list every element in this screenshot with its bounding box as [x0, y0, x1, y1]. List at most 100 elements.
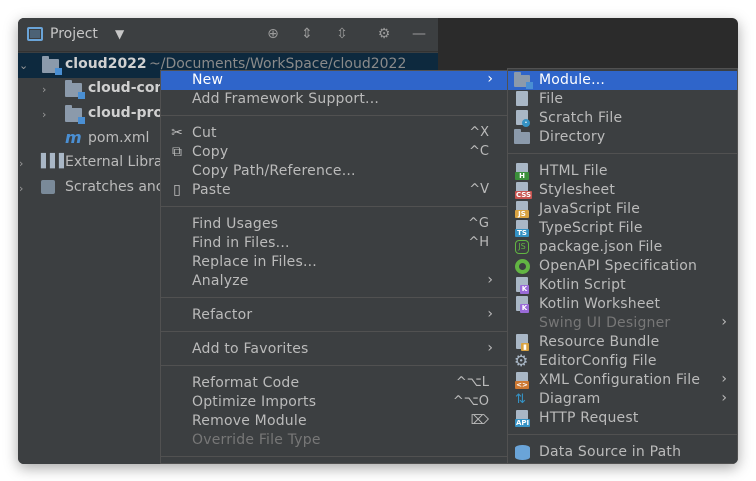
expand-all-icon[interactable]: ⇕: [298, 26, 316, 42]
project-panel-title[interactable]: Project: [50, 26, 98, 42]
submenu-item-editorconfig[interactable]: ⚙ EditorConfig File: [508, 351, 737, 371]
ts-file-icon: TS: [514, 220, 531, 237]
submenu-item-package-json[interactable]: JS package.json File: [508, 238, 737, 257]
expand-arrow-icon[interactable]: ⌄: [19, 59, 28, 72]
tree-label-cloud2022: cloud2022: [65, 56, 147, 72]
submenu-arrow-icon: ›: [487, 306, 493, 322]
collapse-arrow-icon[interactable]: ›: [42, 108, 46, 121]
submenu-arrow-icon: ›: [487, 272, 493, 288]
collapse-arrow-icon[interactable]: ›: [19, 182, 23, 195]
new-submenu: Module... File · Scratch File Directory …: [507, 68, 738, 464]
html-file-icon: H: [514, 163, 531, 180]
resource-bundle-icon: ▮: [514, 334, 531, 351]
gear-icon[interactable]: ⚙: [375, 26, 393, 42]
submenu-item-typescript[interactable]: TS TypeScript File: [508, 219, 737, 238]
menu-item-new[interactable]: New ›: [161, 71, 507, 90]
menu-item-find-in-files[interactable]: Find in Files... ^H: [161, 234, 507, 253]
submenu-item-file[interactable]: File: [508, 90, 737, 109]
menu-item-find-usages[interactable]: Find Usages ^G: [161, 215, 507, 234]
submenu-arrow-icon: ›: [721, 390, 727, 406]
menu-separator: [161, 456, 507, 457]
module-folder-icon: [65, 80, 85, 99]
submenu-arrow-icon: ›: [487, 340, 493, 356]
menu-item-paste[interactable]: ▯ Paste ^V: [161, 181, 507, 200]
scissors-icon: ✂: [171, 125, 183, 141]
module-folder-icon: [42, 56, 62, 75]
tree-label-cloud-con: cloud-con: [88, 80, 165, 96]
submenu-item-kotlin-script[interactable]: K Kotlin Script: [508, 276, 737, 295]
menu-separator: [161, 331, 507, 332]
project-panel-header: Project ▼ ⊕ ⇕ ⇳ ⚙ —: [18, 18, 438, 52]
file-icon: [514, 91, 531, 108]
submenu-item-module[interactable]: Module...: [508, 71, 737, 90]
scratch-file-icon: ·: [514, 110, 531, 127]
diagram-icon: ⇅: [515, 392, 526, 407]
collapse-arrow-icon[interactable]: ›: [19, 157, 23, 170]
submenu-item-kotlin-worksheet[interactable]: K Kotlin Worksheet: [508, 295, 737, 314]
submenu-item-html[interactable]: H HTML File: [508, 162, 737, 181]
menu-item-copy-path[interactable]: Copy Path/Reference...: [161, 162, 507, 181]
menu-item-add-framework[interactable]: Add Framework Support...: [161, 90, 507, 109]
api-file-icon: API: [514, 410, 531, 427]
submenu-arrow-icon: ›: [721, 371, 727, 387]
minimize-icon[interactable]: —: [410, 26, 428, 42]
scratches-icon: [41, 180, 55, 194]
menu-item-refactor[interactable]: Refactor ›: [161, 306, 507, 325]
menu-separator: [161, 365, 507, 366]
submenu-item-stylesheet[interactable]: CSS Stylesheet: [508, 181, 737, 200]
submenu-item-diagram[interactable]: ⇅ Diagram ›: [508, 390, 737, 409]
gear-icon: ⚙: [514, 351, 529, 370]
menu-item-override-file-type: Override File Type: [192, 432, 321, 448]
submenu-separator: [508, 153, 737, 154]
submenu-item-http-request[interactable]: API HTTP Request: [508, 409, 737, 428]
menu-item-cut[interactable]: ✂ Cut ^X: [161, 124, 507, 143]
project-window-icon: [27, 27, 43, 41]
menu-item-add-favorites[interactable]: Add to Favorites ›: [161, 340, 507, 359]
menu-item-optimize-imports[interactable]: Optimize Imports ^⌥O: [161, 393, 507, 412]
xml-file-icon: <>: [514, 372, 531, 389]
tree-label-external: External Libra: [65, 154, 163, 170]
copy-icon: ⧉: [172, 144, 182, 160]
chevron-down-icon[interactable]: ▼: [115, 27, 124, 41]
delete-key-icon: ⌦: [470, 413, 489, 428]
submenu-item-openapi[interactable]: OpenAPI Specification: [508, 257, 737, 276]
css-file-icon: CSS: [514, 182, 533, 199]
submenu-item-xml-config[interactable]: <> XML Configuration File ›: [508, 371, 737, 390]
tree-label-scratches: Scratches anc: [65, 179, 164, 195]
submenu-item-javascript[interactable]: JS JavaScript File: [508, 200, 737, 219]
menu-item-replace-in-files[interactable]: Replace in Files...: [161, 253, 507, 272]
submenu-item-scratch-file[interactable]: · Scratch File: [508, 109, 737, 128]
js-file-icon: JS: [514, 201, 531, 218]
menu-item-remove-module[interactable]: Remove Module ⌦: [161, 412, 507, 431]
submenu-item-directory[interactable]: Directory: [508, 128, 737, 147]
library-icon: ▌▌▌: [41, 154, 69, 169]
menu-item-reformat[interactable]: Reformat Code ^⌥L: [161, 374, 507, 393]
kotlin-script-icon: K: [514, 277, 531, 294]
submenu-arrow-icon: ›: [721, 314, 727, 330]
database-icon: [514, 444, 531, 461]
submenu-item-data-source[interactable]: Data Source in Path: [508, 443, 737, 462]
collapse-arrow-icon[interactable]: ›: [42, 83, 46, 96]
menu-item-copy[interactable]: ⧉ Copy ^C: [161, 143, 507, 162]
menu-item-analyze[interactable]: Analyze ›: [161, 272, 507, 291]
context-menu: New › Add Framework Support... ✂ Cut ^X …: [160, 70, 508, 464]
nodejs-icon: JS: [514, 239, 531, 256]
submenu-separator: [508, 434, 737, 435]
menu-separator: [161, 206, 507, 207]
submenu-item-swing-ui-designer: Swing UI Designer ›: [539, 314, 727, 331]
menu-separator: [161, 297, 507, 298]
tree-label-pom: pom.xml: [88, 130, 150, 146]
ide-window: Project ▼ ⊕ ⇕ ⇳ ⚙ — ⌄ cloud2022 ~/Docume…: [18, 18, 738, 464]
module-folder-icon: [65, 105, 85, 124]
submenu-arrow-icon: ›: [487, 71, 493, 87]
collapse-all-icon[interactable]: ⇳: [333, 26, 351, 42]
submenu-item-resource-bundle[interactable]: ▮ Resource Bundle: [508, 333, 737, 352]
locate-icon[interactable]: ⊕: [264, 26, 282, 42]
folder-icon: [514, 129, 531, 146]
openapi-icon: [514, 258, 531, 275]
kotlin-worksheet-icon: K: [514, 296, 531, 313]
maven-icon: m: [65, 128, 82, 147]
menu-separator: [161, 115, 507, 116]
module-icon: [514, 72, 533, 89]
clipboard-icon: ▯: [173, 182, 181, 198]
